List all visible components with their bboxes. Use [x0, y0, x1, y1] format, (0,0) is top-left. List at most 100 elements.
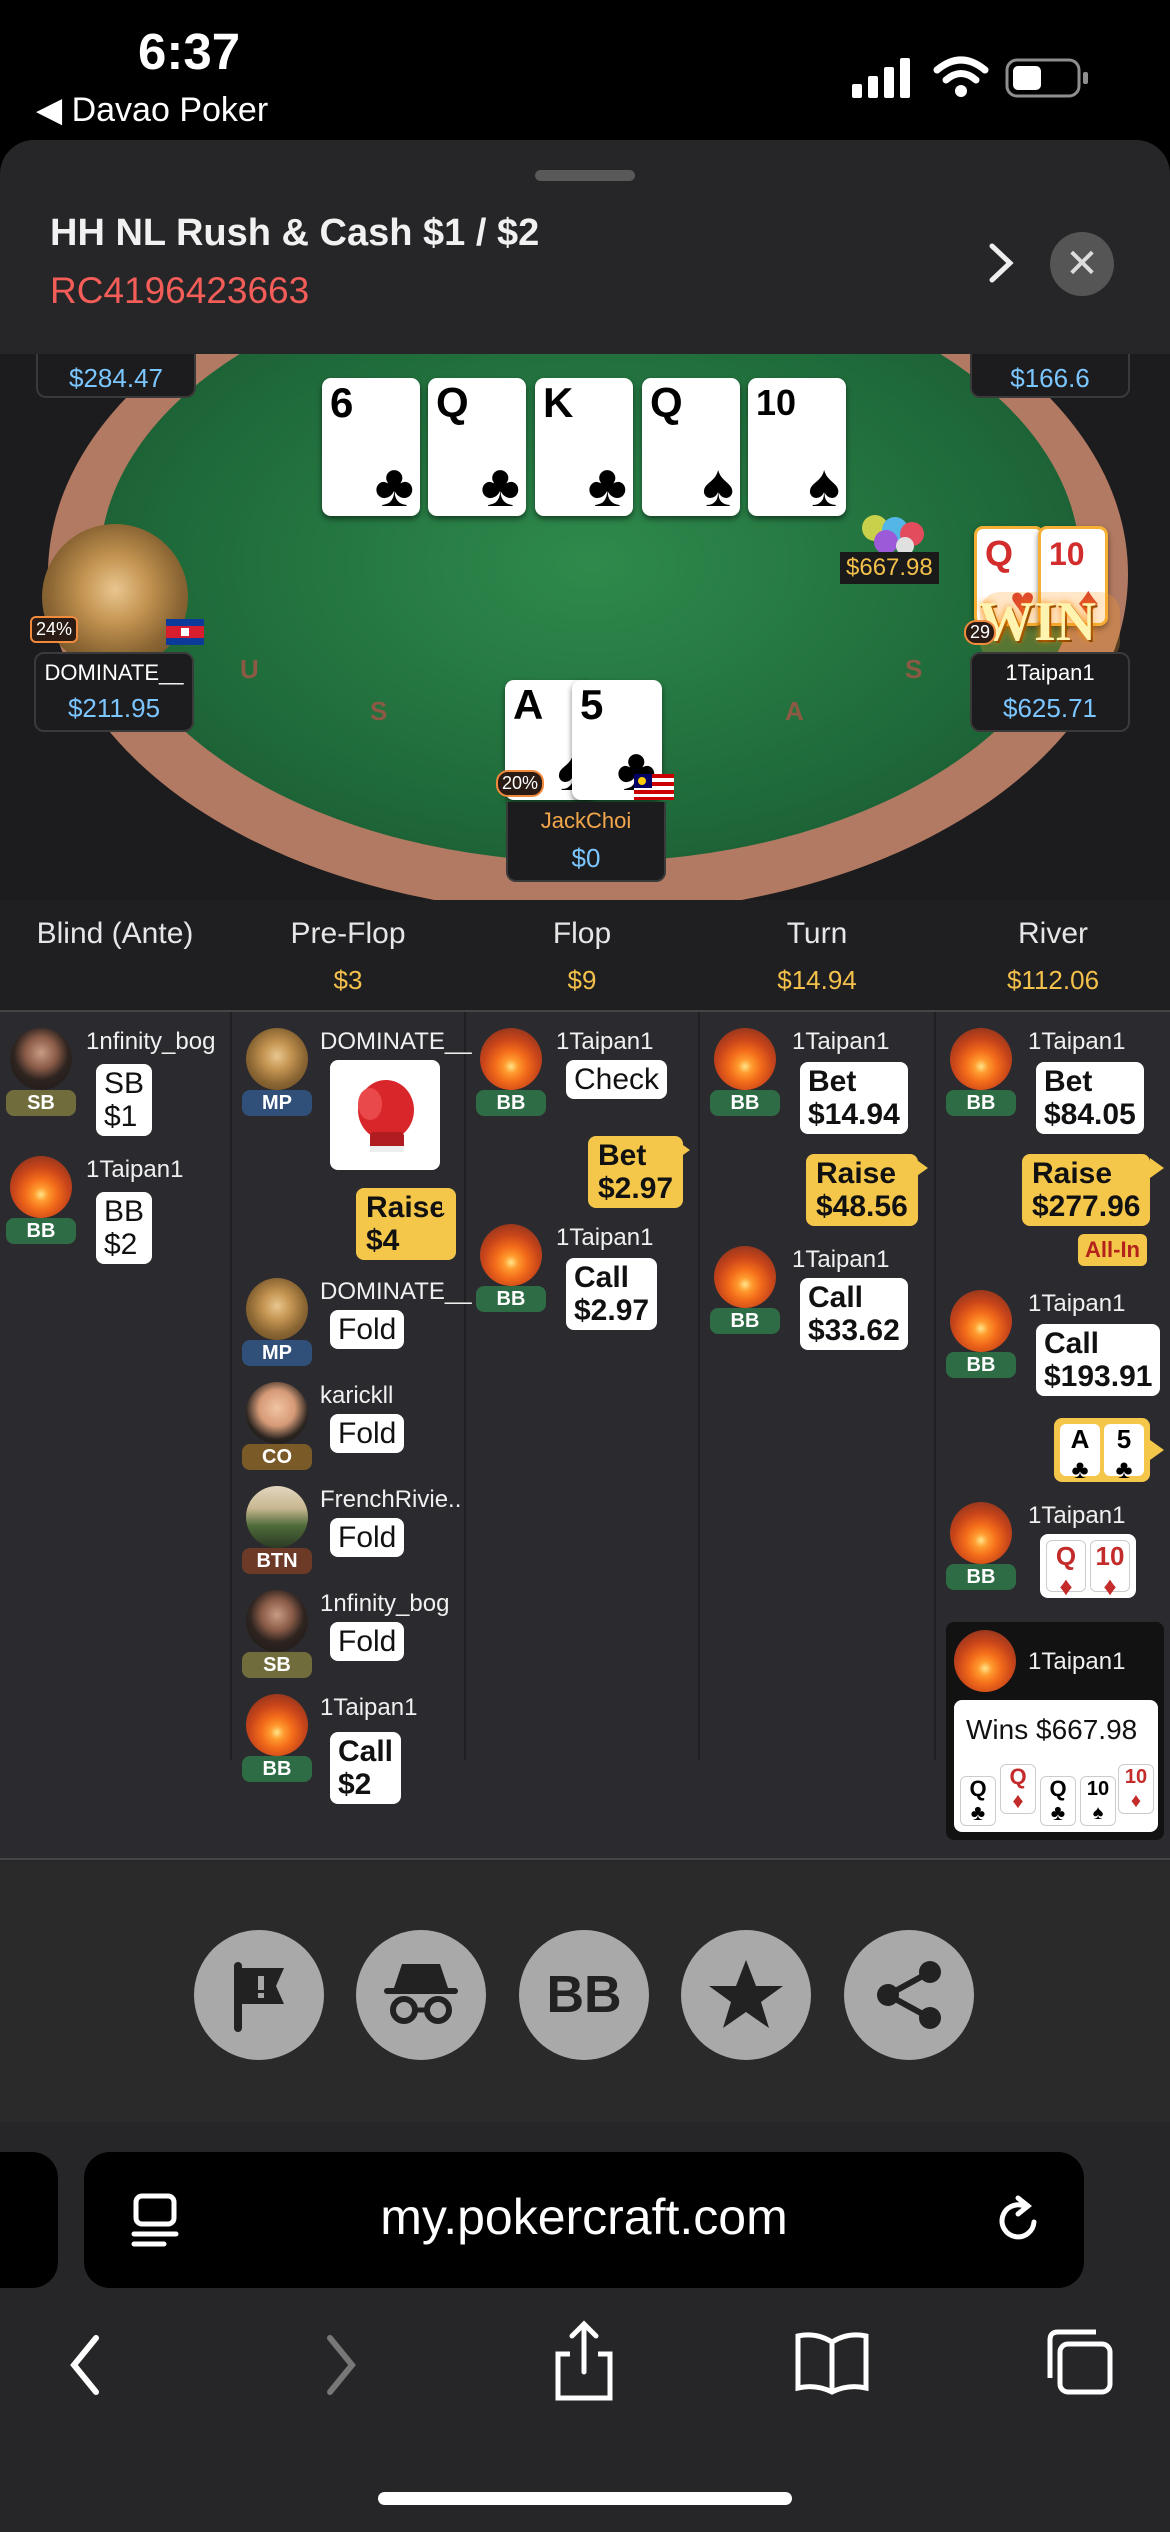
street-header-river: River $112.06 [936, 900, 1170, 1010]
player-name: JackChoi [540, 808, 632, 833]
position-badge: BB [242, 1756, 312, 1782]
tabs-icon[interactable] [1044, 2326, 1116, 2398]
favorite-button[interactable] [681, 1930, 811, 2060]
position-badge: BTN [242, 1548, 312, 1574]
avatar[interactable] [246, 1486, 308, 1548]
bet-bubble: Bet $2.97 [588, 1136, 684, 1208]
player-name: 1Taipan1 [1028, 1290, 1126, 1317]
avatar[interactable] [10, 1156, 72, 1218]
seat-hero[interactable]: JackChoi $0 [506, 802, 666, 882]
rim-letter: U [240, 654, 259, 684]
avatar[interactable] [950, 1290, 1012, 1352]
action-bubble: Bet $84.05 [1036, 1062, 1144, 1134]
status-bar: 6:37 ◀ Davao Poker [0, 0, 1170, 140]
action-bubble: Fold [330, 1414, 405, 1453]
player-name: 1Taipan1 [556, 1028, 654, 1055]
avatar[interactable] [714, 1028, 776, 1090]
home-indicator[interactable] [378, 2492, 792, 2505]
winning-card: Q ♣ [1040, 1776, 1076, 1826]
avatar[interactable] [42, 524, 188, 670]
boxing-glove-icon [358, 1080, 414, 1152]
avatar[interactable] [246, 1028, 308, 1090]
player-name: 1Taipan1 [1005, 660, 1095, 685]
position-badge: MP [242, 1090, 312, 1116]
street-header-blind: Blind (Ante) [0, 900, 232, 1010]
signal-icon [852, 58, 910, 98]
position-badge: BB [710, 1090, 780, 1116]
player-stack: $211.95 [67, 693, 161, 723]
all-in-tag: All-In [1078, 1234, 1147, 1266]
reload-icon[interactable] [994, 2194, 1046, 2250]
avatar[interactable] [954, 1630, 1016, 1692]
wifi-icon [933, 56, 989, 97]
street-header-preflop: Pre-Flop $3 [232, 900, 466, 1010]
board-card: 6 ♣ [322, 378, 420, 516]
chevron-right-icon[interactable] [980, 238, 1020, 288]
clock: 6:37 [138, 23, 241, 80]
winning-card: 10 ♦ [1118, 1764, 1154, 1814]
avatar[interactable] [246, 1590, 308, 1652]
action-bubble: BB $2 [96, 1192, 153, 1264]
avatar[interactable] [246, 1694, 308, 1756]
close-icon: ✕ [1065, 242, 1099, 286]
back-icon[interactable] [62, 2330, 112, 2400]
report-button[interactable] [194, 1930, 324, 2060]
big-blind-toggle-button[interactable]: BB [519, 1930, 649, 2060]
seat-right[interactable]: 1Taipan1 $625.71 [970, 652, 1130, 732]
chip-stack-icon [862, 515, 924, 554]
bubble-pointer-icon [1150, 1158, 1164, 1178]
street-header-turn: Turn $14.94 [700, 900, 936, 1010]
position-badge: BB [6, 1218, 76, 1244]
position-badge: BB [946, 1564, 1016, 1590]
position-badge: SB [6, 1090, 76, 1116]
action-bubble: Bet $14.94 [800, 1062, 908, 1134]
share-button[interactable] [844, 1930, 974, 2060]
player-name: FrenchRivie.. [320, 1486, 462, 1513]
bubble-pointer-icon [914, 1158, 928, 1178]
previous-tab-peek[interactable] [0, 2152, 58, 2288]
back-to-app-link[interactable]: ◀ Davao Poker [36, 90, 268, 130]
player-name: 1Taipan1 [1028, 1648, 1126, 1675]
forward-icon[interactable] [316, 2330, 366, 2400]
avatar[interactable] [480, 1224, 542, 1286]
action-bubble: SB $1 [96, 1064, 153, 1136]
url-text[interactable]: my.pokercraft.com [84, 2188, 1084, 2246]
seat-top-left[interactable]: $284.47 [36, 354, 196, 398]
win-amount: Wins $667.98 [966, 1714, 1138, 1745]
raise-bubble: Raise $48.56 [806, 1154, 918, 1226]
avatar[interactable] [246, 1278, 308, 1340]
sheet-grab-handle[interactable] [535, 170, 635, 181]
player-name: 1Taipan1 [320, 1694, 418, 1721]
avatar[interactable] [950, 1502, 1012, 1564]
player-stack: $625.71 [1003, 693, 1097, 723]
player-name: 1nfinity_bog [320, 1590, 450, 1617]
action-bubble: Check [566, 1060, 668, 1099]
avatar[interactable] [10, 1028, 72, 1090]
avatar[interactable] [480, 1028, 542, 1090]
bookmarks-icon[interactable] [794, 2328, 870, 2398]
seat-top-right[interactable]: $166.6 [970, 354, 1130, 398]
seat-stack: $284.47 [69, 363, 163, 393]
hand-actions-toolbar: BB [0, 1862, 1170, 2122]
board-card: K ♣ [535, 378, 633, 516]
player-name: DOMINATE__ [44, 660, 184, 685]
close-button[interactable]: ✕ [1050, 232, 1114, 296]
position-badge: CO [242, 1444, 312, 1470]
rim-letter: S [370, 696, 388, 726]
avatar[interactable] [950, 1028, 1012, 1090]
player-name: 1Taipan1 [86, 1156, 184, 1183]
anonymous-button[interactable] [356, 1930, 486, 2060]
avatar[interactable] [246, 1382, 308, 1444]
hand-title: HH NL Rush & Cash $1 / $2 [50, 212, 540, 254]
action-bubble: Call $2 [330, 1732, 402, 1804]
seat-left[interactable]: DOMINATE__ $211.95 [34, 652, 194, 732]
action-history-grid: Blind (Ante) Pre-Flop $3 Flop $9 Turn $14.9… [0, 900, 1170, 1860]
avatar[interactable] [714, 1246, 776, 1308]
street-header-flop: Flop $9 [466, 900, 700, 1010]
player-name: 1nfinity_bog [86, 1028, 216, 1055]
share-sheet-icon[interactable] [552, 2320, 616, 2404]
position-badge: BB [476, 1286, 546, 1312]
bubble-pointer-icon [676, 1140, 690, 1160]
vpip-badge: 29 [964, 620, 997, 645]
player-name: DOMINATE__ [320, 1028, 472, 1055]
